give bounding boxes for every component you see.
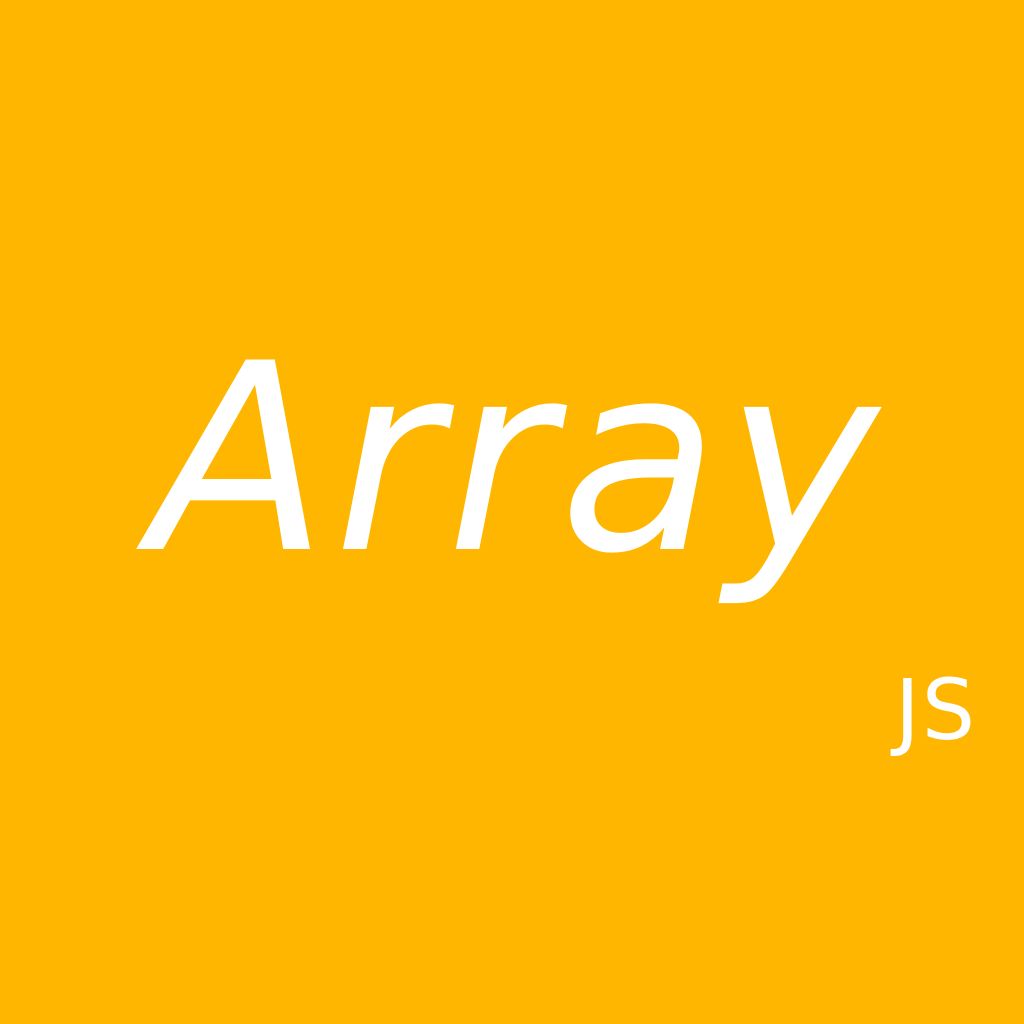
title-text: Array [150,309,885,611]
js-label: JS [895,661,978,759]
array-js-cover: Array JS [0,0,1024,1024]
